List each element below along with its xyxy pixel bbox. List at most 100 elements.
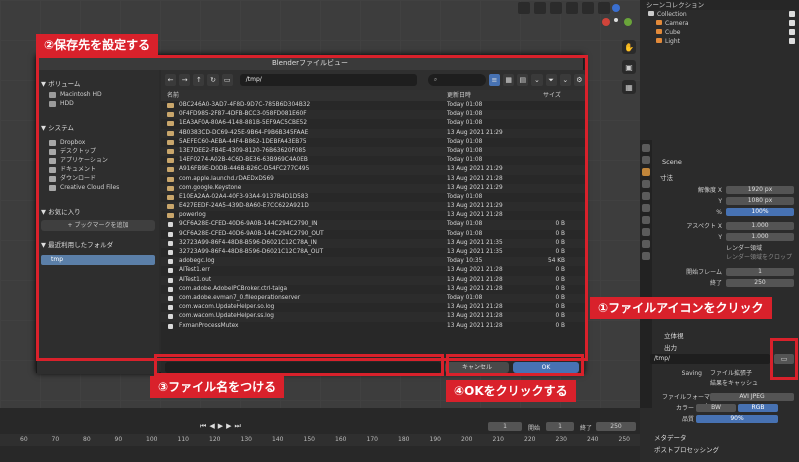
tool-tab-icon[interactable] [642, 144, 650, 152]
postprocessing-header[interactable]: ポストプロセッシング [654, 444, 719, 454]
output-header[interactable]: 出力 [664, 342, 677, 352]
properties-tabs [640, 140, 652, 408]
outliner: シーンコレクション Collection Camera Cube Light [640, 0, 799, 58]
timeline-tick: 150 [303, 436, 315, 443]
tl-end-field[interactable]: 250 [596, 422, 636, 431]
percent-field[interactable]: 100% [726, 208, 794, 216]
visibility-check[interactable] [789, 20, 795, 26]
output-path-field[interactable]: /tmp/ [650, 354, 770, 364]
timeline-tick: 190 [429, 436, 441, 443]
particles-tab-icon[interactable] [642, 240, 650, 248]
light-icon [656, 38, 662, 43]
quality-slider[interactable]: 90% [696, 415, 778, 423]
metadata-header[interactable]: メタデータ [654, 432, 687, 442]
play-icon[interactable]: ▶ [218, 422, 223, 431]
outliner-item-light[interactable]: Light [640, 37, 799, 46]
jump-start-icon[interactable]: ⏮ [200, 422, 206, 431]
timeline-tick: 120 [209, 436, 221, 443]
cache-row[interactable]: 結果をキャッシュ [654, 379, 799, 388]
timeline-tick: 240 [587, 436, 599, 443]
output-tab-icon[interactable] [642, 168, 650, 176]
rgb-button[interactable]: RGB [738, 404, 778, 412]
annotation-step4: ④OKをクリックする [446, 380, 576, 402]
annotation-step3: ③ファイル名をつける [150, 376, 285, 398]
timeline-tick: 90 [114, 436, 123, 443]
timeline-tick: 180 [398, 436, 410, 443]
timeline-tick: 80 [83, 436, 91, 443]
render-border-row[interactable]: レンダー領域 [654, 244, 799, 253]
physics-tab-icon[interactable] [642, 252, 650, 260]
timeline-tick: 100 [146, 436, 158, 443]
prev-key-icon[interactable]: ◀ [209, 422, 214, 431]
jump-end-icon[interactable]: ⏭ [234, 422, 240, 431]
frame-end-field[interactable]: 250 [726, 279, 794, 287]
overlay-icon[interactable] [518, 2, 530, 14]
frame-start-field[interactable]: 1 [726, 268, 794, 276]
camera-icon [656, 20, 662, 25]
file-ext-checkbox[interactable]: ファイル拡張子 [710, 369, 752, 378]
timeline-tick: 130 [240, 436, 252, 443]
quality-row: 品質 90% [640, 415, 785, 424]
collection-icon [648, 11, 654, 16]
camera-view-icon[interactable]: ▣ [622, 60, 636, 74]
hand-icon[interactable]: ✋ [622, 40, 636, 54]
world-tab-icon[interactable] [642, 204, 650, 212]
outliner-item-cube[interactable]: Cube [640, 28, 799, 37]
viewport-nav-tools: ✋ ▣ ▦ [620, 40, 638, 94]
aspect-y-field[interactable]: 1.000 [726, 233, 794, 241]
object-tab-icon[interactable] [642, 216, 650, 224]
outliner-item-collection[interactable]: Collection [640, 10, 799, 19]
dimensions-header[interactable]: 寸法 [660, 172, 673, 182]
navigation-gizmo[interactable] [596, 0, 636, 36]
shading-icon[interactable] [534, 2, 546, 14]
color-row: カラー BW RGB [640, 404, 785, 413]
annotation-box-ok [446, 354, 584, 376]
timeline-tick: 230 [555, 436, 567, 443]
timeline-ruler[interactable]: 60 70 80 90 100 110 120 130 140 150 160 170 180 190 20… [0, 434, 640, 446]
render-tab-icon[interactable] [642, 156, 650, 164]
crop-row[interactable]: レンダー領域をクロップ [654, 253, 799, 262]
annotation-step1: ①ファイルアイコンをクリック [590, 297, 772, 319]
res-x-field[interactable]: 1920 px [726, 186, 794, 194]
tl-start-label: 開始 [528, 425, 541, 432]
frame-end-row: 終了 250 [654, 279, 799, 288]
scene-tab-icon[interactable] [642, 192, 650, 200]
properties-lower: カラー BW RGB 品質 90% メタデータ ポストプロセッシング [640, 404, 799, 462]
res-x-row: 解像度 X 1920 px [654, 186, 799, 195]
timeline-tick: 210 [492, 436, 504, 443]
stereo-header[interactable]: 立体視 [664, 330, 684, 340]
timeline-tick: 110 [177, 436, 189, 443]
timeline-tick: 70 [51, 436, 60, 443]
timeline-tick: 220 [524, 436, 536, 443]
current-frame-field[interactable]: 1 [488, 422, 522, 431]
material-icon[interactable] [582, 2, 594, 14]
xray-icon[interactable] [550, 2, 562, 14]
next-key-icon[interactable]: ▶ [226, 422, 231, 431]
outliner-item-camera[interactable]: Camera [640, 19, 799, 28]
playback-controls: ⏮ ◀ ▶ ▶ ⏭ [200, 422, 241, 431]
tl-start-field[interactable]: 1 [546, 422, 574, 431]
timeline-tick: 250 [618, 436, 630, 443]
format-select[interactable]: AVI JPEG [710, 393, 794, 401]
aspect-y-row: Y 1.000 [654, 233, 799, 242]
outliner-empty-area [640, 58, 799, 140]
timeline[interactable]: ⏮ ◀ ▶ ▶ ⏭ 1 開始 1 終了 250 60 70 80 90 100 110 12… [0, 408, 640, 462]
view-layer-tab-icon[interactable] [642, 180, 650, 188]
scene-label: Scene [662, 158, 682, 166]
frame-start-row: 開始フレーム 1 [654, 268, 799, 277]
outliner-title: シーンコレクション [640, 0, 799, 10]
aspect-x-row: アスペクト X 1.000 [654, 222, 799, 231]
visibility-check[interactable] [789, 29, 795, 35]
res-y-field[interactable]: 1080 px [726, 197, 794, 205]
annotation-step2: ②保存先を設定する [36, 34, 159, 56]
visibility-check[interactable] [789, 11, 795, 17]
timeline-tick: 60 [20, 436, 28, 443]
modifier-tab-icon[interactable] [642, 228, 650, 236]
visibility-check[interactable] [789, 38, 795, 44]
aspect-x-field[interactable]: 1.000 [726, 222, 794, 230]
solid-icon[interactable] [566, 2, 578, 14]
bw-button[interactable]: BW [696, 404, 736, 412]
grid-view-icon[interactable]: ▦ [622, 80, 636, 94]
res-y-row: Y 1080 px [654, 197, 799, 206]
timeline-tick: 140 [272, 436, 284, 443]
